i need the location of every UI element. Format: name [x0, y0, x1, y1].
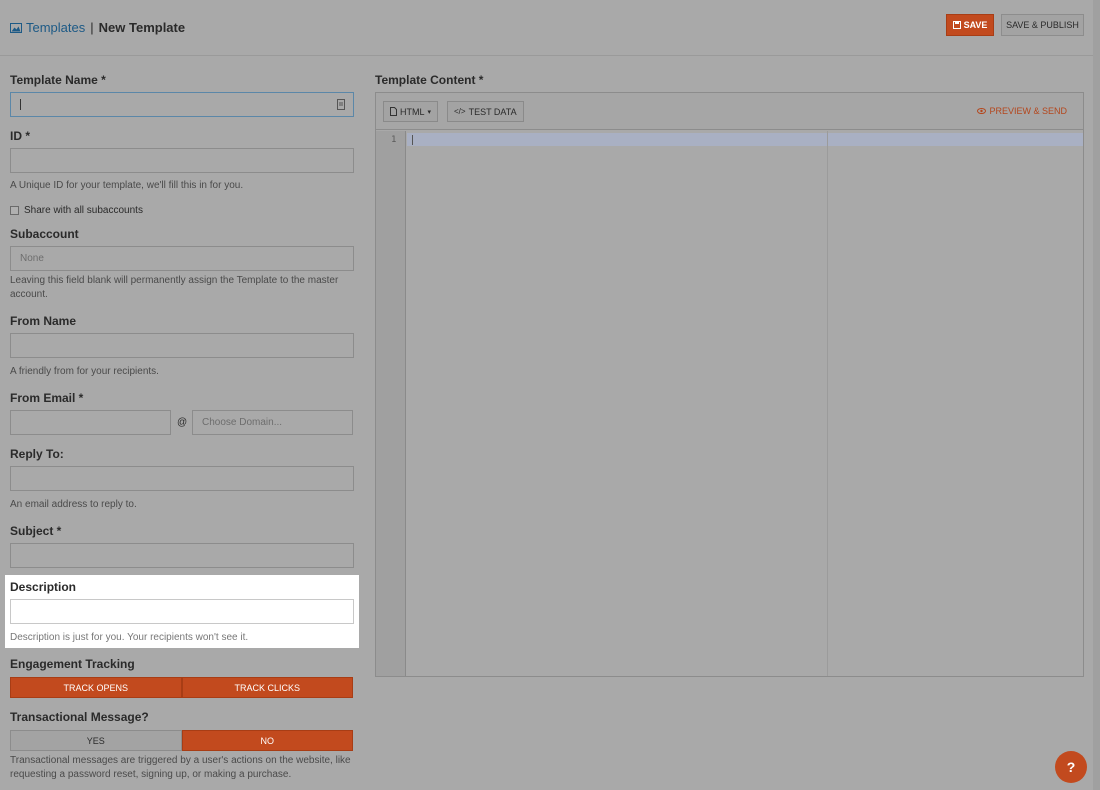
description-label: Description: [10, 580, 77, 594]
page-header: Templates | New Template SAVE SAVE & PUB…: [0, 0, 1100, 56]
template-content-label: Template Content *: [375, 73, 484, 87]
page-scrollbar[interactable]: [1093, 0, 1100, 790]
template-name-label: Template Name *: [10, 73, 106, 87]
reply-to-help: An email address to reply to.: [10, 499, 137, 510]
image-icon: [10, 22, 22, 33]
subject-input[interactable]: [10, 543, 354, 568]
description-input[interactable]: [10, 599, 354, 624]
reply-to-label: Reply To:: [10, 447, 64, 461]
floppy-icon: [952, 21, 961, 29]
share-checkbox[interactable]: [10, 206, 19, 215]
contact-card-icon: [337, 99, 345, 110]
engagement-toggle: TRACK OPENS TRACK CLICKS: [10, 677, 353, 698]
yes-button[interactable]: YES: [10, 730, 182, 751]
track-opens-button[interactable]: TRACK OPENS: [10, 677, 182, 698]
share-checkbox-label: Share with all subaccounts: [24, 205, 143, 216]
id-help: A Unique ID for your template, we'll fil…: [10, 180, 244, 191]
no-button[interactable]: NO: [181, 730, 353, 751]
save-button-label: SAVE: [963, 20, 988, 30]
template-name-input[interactable]: [10, 92, 354, 117]
page-title: New Template: [98, 20, 186, 35]
id-input[interactable]: [10, 148, 354, 173]
from-email-label: From Email *: [10, 391, 84, 405]
test-data-button[interactable]: </> TEST DATA: [447, 101, 524, 122]
transactional-help: Transactional messages are triggered by …: [10, 755, 351, 780]
subaccount-help: Leaving this field blank will permanentl…: [10, 275, 339, 300]
line-number: 1: [391, 135, 397, 145]
file-icon: [390, 107, 397, 116]
transactional-label: Transactional Message?: [10, 710, 149, 724]
at-symbol: @: [177, 417, 188, 428]
caret-down-icon: ▾: [427, 108, 432, 116]
reply-to-input[interactable]: [10, 466, 354, 491]
from-email-input[interactable]: [10, 410, 171, 435]
from-name-label: From Name: [10, 314, 77, 328]
domain-select[interactable]: Choose Domain...: [192, 410, 353, 435]
eye-icon: [977, 108, 987, 114]
html-dropdown-label: HTML: [400, 106, 425, 117]
preview-send-label: PREVIEW & SEND: [989, 106, 1067, 116]
breadcrumb-separator: |: [90, 20, 94, 35]
active-line[interactable]: [407, 133, 1083, 146]
subaccount-label: Subaccount: [10, 227, 79, 241]
transactional-toggle: YES NO: [10, 730, 353, 751]
code-editor: HTML ▾ </> TEST DATA PREVIEW & SEND 1: [375, 92, 1084, 677]
code-icon: </>: [454, 107, 466, 116]
line-gutter: 1: [376, 131, 406, 676]
from-name-help: A friendly from for your recipients.: [10, 366, 159, 377]
id-label: ID *: [10, 129, 31, 143]
preview-send-link[interactable]: PREVIEW & SEND: [977, 106, 1067, 116]
text-cursor: [20, 99, 21, 110]
help-button[interactable]: ?: [1055, 751, 1087, 783]
save-button[interactable]: SAVE: [946, 14, 994, 36]
print-margin: [827, 131, 828, 676]
breadcrumb: Templates | New Template: [10, 20, 185, 35]
templates-link[interactable]: Templates: [10, 20, 85, 35]
description-help: Description is just for you. Your recipi…: [10, 632, 249, 643]
subject-label: Subject *: [10, 524, 62, 538]
save-publish-button[interactable]: SAVE & PUBLISH: [1001, 14, 1084, 36]
track-clicks-button[interactable]: TRACK CLICKS: [181, 677, 353, 698]
test-data-label: TEST DATA: [468, 106, 517, 117]
engagement-label: Engagement Tracking: [10, 657, 135, 671]
editor-toolbar: HTML ▾ </> TEST DATA PREVIEW & SEND: [376, 93, 1083, 130]
from-name-input[interactable]: [10, 333, 354, 358]
editor-cursor: [412, 135, 413, 145]
templates-link-label: Templates: [26, 20, 86, 35]
share-checkbox-row[interactable]: Share with all subaccounts: [10, 205, 143, 216]
subaccount-input[interactable]: None: [10, 246, 354, 271]
html-dropdown[interactable]: HTML ▾: [383, 101, 439, 122]
